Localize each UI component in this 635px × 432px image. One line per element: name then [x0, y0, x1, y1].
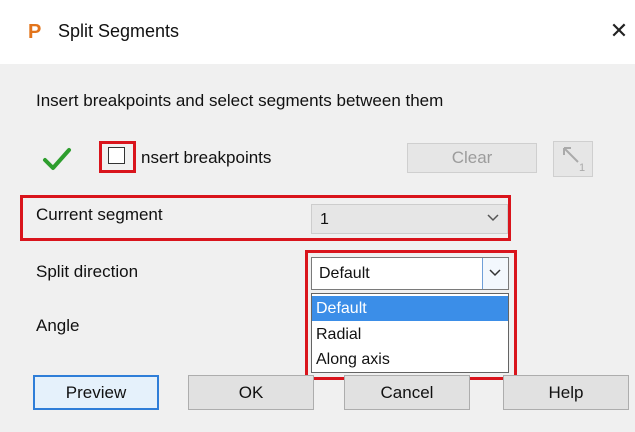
close-icon[interactable]: ✕: [608, 19, 630, 43]
split-direction-value: Default: [319, 265, 370, 282]
instruction-text: Insert breakpoints and select segments b…: [36, 91, 444, 110]
cancel-button[interactable]: Cancel: [344, 375, 470, 410]
insert-breakpoints-checkbox[interactable]: [108, 147, 125, 164]
option-default[interactable]: Default: [312, 296, 508, 321]
current-segment-select[interactable]: 1: [311, 204, 508, 234]
dropdown-arrow[interactable]: [482, 258, 508, 289]
app-logo: P: [28, 21, 42, 43]
window-title: Split Segments: [58, 21, 180, 41]
title-bar: P Split Segments ✕: [0, 0, 635, 64]
split-direction-options: Default Radial Along axis: [311, 293, 509, 373]
angle-label: Angle: [36, 316, 80, 335]
pick-segment-icon: 1: [563, 147, 585, 174]
option-along-axis[interactable]: Along axis: [312, 347, 508, 372]
clear-button[interactable]: Clear: [407, 143, 537, 173]
insert-breakpoints-label: nsert breakpoints: [141, 148, 272, 167]
current-segment-label: Current segment: [36, 205, 163, 224]
current-segment-value: 1: [320, 211, 329, 228]
pick-segment-button[interactable]: 1: [553, 141, 593, 177]
option-radial[interactable]: Radial: [312, 322, 508, 347]
chevron-down-icon: [489, 269, 501, 277]
preview-button[interactable]: Preview: [33, 375, 159, 410]
chevron-down-icon: [487, 214, 499, 222]
ok-button[interactable]: OK: [188, 375, 314, 410]
pick-subscript: 1: [579, 162, 585, 174]
split-direction-label: Split direction: [36, 262, 139, 281]
check-icon: [43, 148, 71, 170]
help-button[interactable]: Help: [503, 375, 629, 410]
split-direction-select[interactable]: Default: [311, 257, 509, 290]
